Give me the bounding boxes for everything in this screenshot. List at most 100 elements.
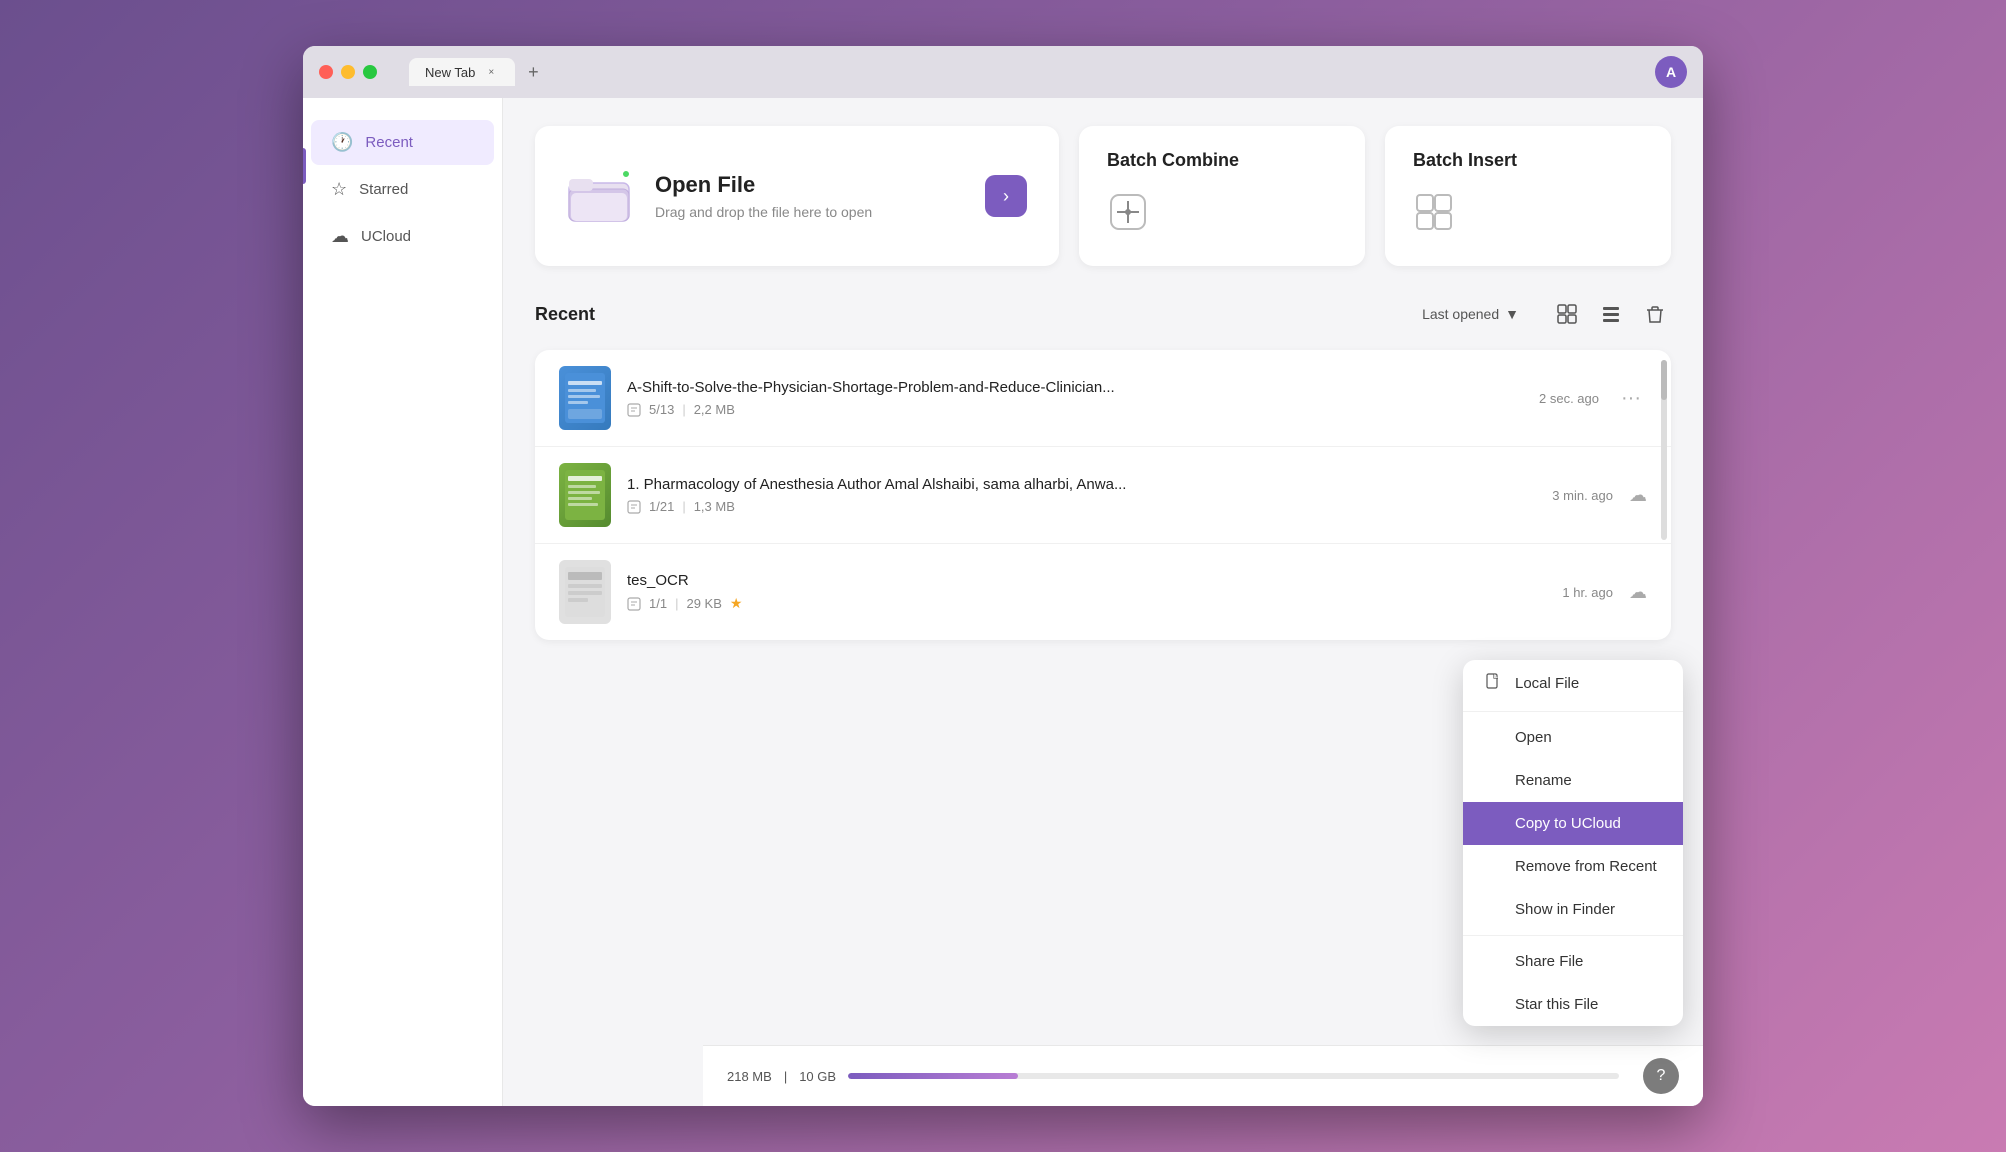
maximize-button[interactable] [363, 65, 377, 79]
storage-bar-fill [848, 1073, 1018, 1079]
open-file-arrow-button[interactable]: › [985, 175, 1027, 217]
sort-arrow-icon: ▼ [1505, 306, 1519, 322]
context-item-local-file-label: Local File [1515, 675, 1579, 692]
file-meta-3: 1/1 | 29 KB ★ [627, 595, 1546, 612]
file-name-2: 1. Pharmacology of Anesthesia Author Ama… [627, 476, 1536, 493]
context-item-open-label: Open [1515, 729, 1552, 746]
tab-bar: New Tab × + [409, 58, 547, 86]
batch-combine-card[interactable]: Batch Combine [1079, 126, 1365, 266]
batch-insert-card[interactable]: Batch Insert [1385, 126, 1671, 266]
app-content: 🕐 Recent ☆ Starred ☁ UCloud [303, 98, 1703, 1106]
open-file-subtitle: Drag and drop the file here to open [655, 204, 872, 220]
sidebar-label-recent: Recent [365, 134, 413, 151]
file-info-2: 1. Pharmacology of Anesthesia Author Ama… [627, 476, 1536, 514]
batch-combine-icon [1107, 191, 1337, 242]
tab-label: New Tab [425, 65, 475, 80]
open-file-title: Open File [655, 172, 872, 198]
file-info-3: tes_OCR 1/1 | 29 KB ★ [627, 572, 1546, 612]
context-item-show-finder-label: Show in Finder [1515, 901, 1615, 918]
recent-header: Recent Last opened ▼ [535, 298, 1671, 330]
sort-label: Last opened [1422, 306, 1499, 322]
main-area: Open File Drag and drop the file here to… [503, 98, 1703, 1106]
context-item-star-file-label: Star this File [1515, 996, 1598, 1013]
sidebar-label-starred: Starred [359, 181, 408, 198]
context-menu-item-show-finder[interactable]: Show in Finder [1463, 888, 1683, 931]
green-dot [621, 169, 631, 179]
sidebar-item-recent[interactable]: 🕐 Recent [311, 120, 494, 165]
context-menu-item-local-file[interactable]: Local File [1463, 660, 1683, 707]
storage-bar [848, 1073, 1619, 1079]
file-thumbnail-3 [559, 560, 611, 624]
sidebar-item-starred[interactable]: ☆ Starred [311, 167, 494, 212]
file-item: 1. Pharmacology of Anesthesia Author Ama… [535, 447, 1671, 544]
user-avatar[interactable]: A [1655, 56, 1687, 88]
open-file-text: Open File Drag and drop the file here to… [655, 172, 872, 220]
delete-button[interactable] [1639, 298, 1671, 330]
recent-icon: 🕐 [331, 132, 353, 153]
file-size-1: 2,2 MB [694, 402, 735, 417]
file-name-1: A-Shift-to-Solve-the-Physician-Shortage-… [627, 379, 1523, 396]
context-menu-item-rename[interactable]: Rename [1463, 759, 1683, 802]
file-time-3: 1 hr. ago [1562, 585, 1613, 600]
current-tab[interactable]: New Tab × [409, 58, 515, 86]
grid-view-button[interactable] [1551, 298, 1583, 330]
context-menu: Local File Open Rename Copy to UCloud [1463, 660, 1683, 1026]
close-button[interactable] [319, 65, 333, 79]
context-item-share-file-label: Share File [1515, 953, 1583, 970]
batch-insert-icon [1413, 191, 1643, 242]
file-pages-1: 5/13 [649, 402, 674, 417]
recent-section-title: Recent [535, 304, 595, 325]
file-time-1: 2 sec. ago [1539, 391, 1599, 406]
file-thumbnail-1 [559, 366, 611, 430]
top-cards: Open File Drag and drop the file here to… [535, 126, 1671, 266]
help-button[interactable]: ? [1643, 1058, 1679, 1094]
file-info-1: A-Shift-to-Solve-the-Physician-Shortage-… [627, 379, 1523, 417]
tab-close-button[interactable]: × [483, 64, 499, 80]
view-icons [1551, 298, 1671, 330]
new-tab-button[interactable]: + [519, 58, 547, 86]
context-menu-item-open[interactable]: Open [1463, 716, 1683, 759]
file-actions-3: ☁ [1629, 582, 1647, 603]
file-meta-1: 5/13 | 2,2 MB [627, 402, 1523, 417]
folder-icon-wrapper [567, 169, 631, 223]
file-thumbnail-2 [559, 463, 611, 527]
context-divider-1 [1463, 711, 1683, 712]
context-menu-item-copy-ucloud[interactable]: Copy to UCloud [1463, 802, 1683, 845]
file-time-2: 3 min. ago [1552, 488, 1613, 503]
batch-combine-title: Batch Combine [1107, 150, 1337, 171]
batch-insert-title: Batch Insert [1413, 150, 1643, 171]
sidebar-label-ucloud: UCloud [361, 228, 411, 245]
scrollbar[interactable] [1661, 360, 1667, 540]
title-bar: New Tab × + A [303, 46, 1703, 98]
context-menu-item-star-file[interactable]: Star this File [1463, 983, 1683, 1026]
file-pages-2: 1/21 [649, 499, 674, 514]
cloud-icon-3: ☁ [1629, 582, 1647, 603]
file-actions-2: ☁ [1629, 485, 1647, 506]
minimize-button[interactable] [341, 65, 355, 79]
more-button-1[interactable]: ··· [1615, 382, 1647, 414]
file-item: A-Shift-to-Solve-the-Physician-Shortage-… [535, 350, 1671, 447]
context-menu-item-share-file[interactable]: Share File [1463, 940, 1683, 983]
sort-dropdown[interactable]: Last opened ▼ [1422, 306, 1519, 322]
cloud-icon-2: ☁ [1629, 485, 1647, 506]
list-view-button[interactable] [1595, 298, 1627, 330]
cloud-nav-icon: ☁ [331, 226, 349, 247]
sidebar-item-ucloud[interactable]: ☁ UCloud [311, 214, 494, 259]
storage-total: 10 GB [799, 1069, 836, 1084]
scrollbar-thumb[interactable] [1661, 360, 1667, 400]
context-item-remove-recent-label: Remove from Recent [1515, 858, 1657, 875]
starred-badge: ★ [730, 595, 743, 612]
context-item-rename-label: Rename [1515, 772, 1572, 789]
open-file-card[interactable]: Open File Drag and drop the file here to… [535, 126, 1059, 266]
file-size-3: 29 KB [686, 596, 721, 611]
file-list: A-Shift-to-Solve-the-Physician-Shortage-… [535, 350, 1671, 640]
active-indicator [303, 148, 306, 184]
file-meta-2: 1/21 | 1,3 MB [627, 499, 1536, 514]
star-nav-icon: ☆ [331, 179, 347, 200]
traffic-lights [319, 65, 377, 79]
context-menu-item-remove-recent[interactable]: Remove from Recent [1463, 845, 1683, 888]
context-item-copy-ucloud-label: Copy to UCloud [1515, 815, 1621, 832]
file-pages-3: 1/1 [649, 596, 667, 611]
sidebar: 🕐 Recent ☆ Starred ☁ UCloud [303, 98, 503, 1106]
browser-window: New Tab × + A 🕐 Recent ☆ Starred ☁ UClou… [303, 46, 1703, 1106]
